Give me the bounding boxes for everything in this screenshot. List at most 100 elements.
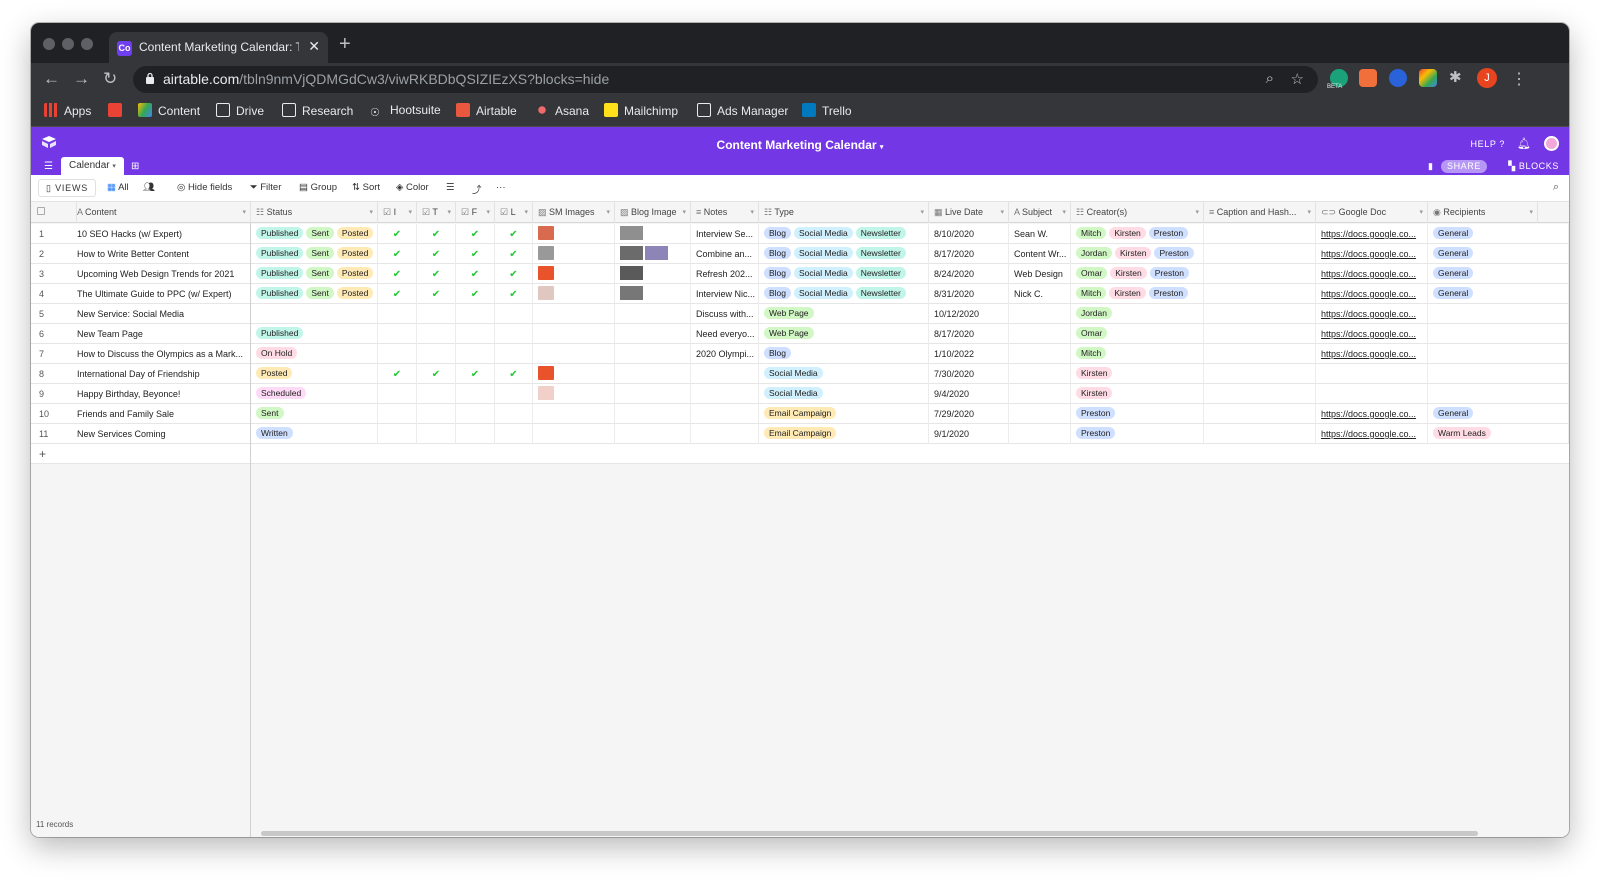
t-cell[interactable] <box>417 304 456 324</box>
image-thumbnail[interactable] <box>645 246 668 260</box>
creators-cell[interactable]: Mitch <box>1071 344 1204 364</box>
sm-cell[interactable] <box>533 244 615 264</box>
table-tab-calendar[interactable]: Calendar ▾ <box>61 157 124 175</box>
column-header-content[interactable]: A Content ▾ <box>72 202 251 223</box>
subject-cell[interactable]: Content Wr... <box>1009 244 1071 264</box>
image-thumbnail[interactable] <box>538 286 554 300</box>
views-button[interactable]: ▯ VIEWS <box>38 179 97 197</box>
google-doc-link[interactable]: https://docs.google.co... <box>1321 329 1416 339</box>
zoom-icon[interactable]: ⌕ <box>1266 70 1274 87</box>
extension-grid-icon[interactable] <box>1359 69 1377 87</box>
l-cell[interactable] <box>495 304 533 324</box>
date-cell[interactable]: 7/29/2020 <box>929 404 1009 424</box>
l-cell[interactable]: ✔ <box>495 284 533 304</box>
caption-cell[interactable] <box>1204 424 1316 444</box>
table-row[interactable]: 7 How to Discuss the Olympics as a Mark..… <box>31 344 1569 364</box>
new-tab-button[interactable]: + <box>339 34 351 54</box>
sm-cell[interactable] <box>533 364 615 384</box>
back-icon[interactable]: ← <box>43 69 60 89</box>
creators-cell[interactable]: Jordan <box>1071 304 1204 324</box>
close-window-button[interactable] <box>43 38 55 50</box>
notifications-bell-icon[interactable]: 🔔︎ <box>1517 137 1531 150</box>
l-cell[interactable] <box>495 344 533 364</box>
f-cell[interactable] <box>456 324 495 344</box>
f-cell[interactable] <box>456 424 495 444</box>
content-cell[interactable]: Friends and Family Sale <box>77 404 247 424</box>
bookmark-apps[interactable]: Apps <box>44 103 91 118</box>
type-cell[interactable]: Blog Social Media Newsletter <box>759 264 929 284</box>
column-header-google-doc[interactable]: ⊂⊃ Google Doc ▾ <box>1316 202 1428 223</box>
status-cell[interactable]: Posted <box>251 364 378 384</box>
l-cell[interactable]: ✔ <box>495 224 533 244</box>
f-cell[interactable] <box>456 304 495 324</box>
row-height-icon[interactable]: ☰ <box>446 182 455 193</box>
status-cell[interactable]: Published <box>251 324 378 344</box>
add-record-icon[interactable]: + <box>39 444 46 464</box>
notes-cell[interactable] <box>691 364 759 384</box>
column-header-creators[interactable]: ☷ Creator(s) ▾ <box>1071 202 1204 223</box>
group-button[interactable]: ▤ Group <box>299 182 337 193</box>
bookmark-trello[interactable]: Trello <box>802 103 852 118</box>
caption-cell[interactable] <box>1204 284 1316 304</box>
i-cell[interactable] <box>378 344 417 364</box>
i-cell[interactable]: ✔ <box>378 284 417 304</box>
column-header-status[interactable]: ☷ Status ▾ <box>251 202 378 223</box>
status-cell[interactable]: Published Sent Posted <box>251 244 378 264</box>
table-row[interactable]: 9 Happy Birthday, Beyonce! Scheduled Social… <box>31 384 1569 404</box>
subject-cell[interactable]: Web Design <box>1009 264 1071 284</box>
notes-cell[interactable] <box>691 384 759 404</box>
t-cell[interactable] <box>417 384 456 404</box>
extension-search-icon[interactable] <box>1389 69 1407 87</box>
notes-cell[interactable]: 2020 Olympi... <box>691 344 759 364</box>
f-cell[interactable] <box>456 404 495 424</box>
google-doc-link[interactable]: https://docs.google.co... <box>1321 349 1416 359</box>
column-header-t[interactable]: ☑ T ▾ <box>417 202 456 223</box>
i-cell[interactable] <box>378 384 417 404</box>
caption-cell[interactable] <box>1204 364 1316 384</box>
doc-cell[interactable]: https://docs.google.co... <box>1316 304 1428 324</box>
google-doc-link[interactable]: https://docs.google.co... <box>1321 309 1416 319</box>
type-cell[interactable]: Email Campaign <box>759 404 929 424</box>
type-cell[interactable]: Web Page <box>759 304 929 324</box>
type-cell[interactable]: Blog <box>759 344 929 364</box>
notes-cell[interactable]: Need everyo... <box>691 324 759 344</box>
date-cell[interactable]: 8/10/2020 <box>929 224 1009 244</box>
table-row[interactable]: 2 How to Write Better Content Published Sen… <box>31 244 1569 264</box>
recipients-cell[interactable]: General <box>1428 244 1569 264</box>
horizontal-scrollbar[interactable] <box>261 831 1478 836</box>
notes-cell[interactable] <box>691 404 759 424</box>
bookmark-hootsuite[interactable]: ☉ Hootsuite <box>370 103 441 120</box>
status-cell[interactable]: On Hold <box>251 344 378 364</box>
image-thumbnail[interactable] <box>620 226 643 240</box>
i-cell[interactable]: ✔ <box>378 264 417 284</box>
share-link-icon[interactable]: ⤴ <box>472 182 482 196</box>
table-row[interactable]: 10 Friends and Family Sale Sent Email Campa… <box>31 404 1569 424</box>
browser-menu-icon[interactable]: ⋮ <box>1511 69 1527 89</box>
table-row[interactable]: 4 The Ultimate Guide to PPC (w/ Expert) Pu… <box>31 284 1569 304</box>
f-cell[interactable]: ✔ <box>456 364 495 384</box>
table-row[interactable]: 6 New Team Page Published Need everyo... Web… <box>31 324 1569 344</box>
column-header-type[interactable]: ☷ Type ▾ <box>759 202 929 223</box>
blog-cell[interactable] <box>615 364 691 384</box>
l-cell[interactable]: ✔ <box>495 264 533 284</box>
doc-cell[interactable]: https://docs.google.co... <box>1316 224 1428 244</box>
recipients-cell[interactable]: Warm Leads <box>1428 424 1569 444</box>
blog-cell[interactable] <box>615 284 691 304</box>
status-cell[interactable] <box>251 304 378 324</box>
i-cell[interactable]: ✔ <box>378 224 417 244</box>
content-cell[interactable]: Upcoming Web Design Trends for 2021 <box>77 264 247 284</box>
column-header-blog-image[interactable]: ▨ Blog Image ▾ <box>615 202 691 223</box>
recipients-cell[interactable] <box>1428 344 1569 364</box>
browser-tab[interactable]: Co Content Marketing Calendar: T ✕ <box>109 32 328 63</box>
recipients-cell[interactable]: General <box>1428 264 1569 284</box>
notes-cell[interactable]: Refresh 202... <box>691 264 759 284</box>
recipients-cell[interactable] <box>1428 324 1569 344</box>
bookmark-content[interactable]: Content <box>138 103 200 118</box>
l-cell[interactable]: ✔ <box>495 364 533 384</box>
creators-cell[interactable]: Preston <box>1071 424 1204 444</box>
content-cell[interactable]: The Ultimate Guide to PPC (w/ Expert) <box>77 284 247 304</box>
date-cell[interactable]: 1/10/2022 <box>929 344 1009 364</box>
image-thumbnail[interactable] <box>620 286 643 300</box>
image-thumbnail[interactable] <box>538 266 554 280</box>
filter-button[interactable]: ⏷ Filter <box>250 182 281 193</box>
